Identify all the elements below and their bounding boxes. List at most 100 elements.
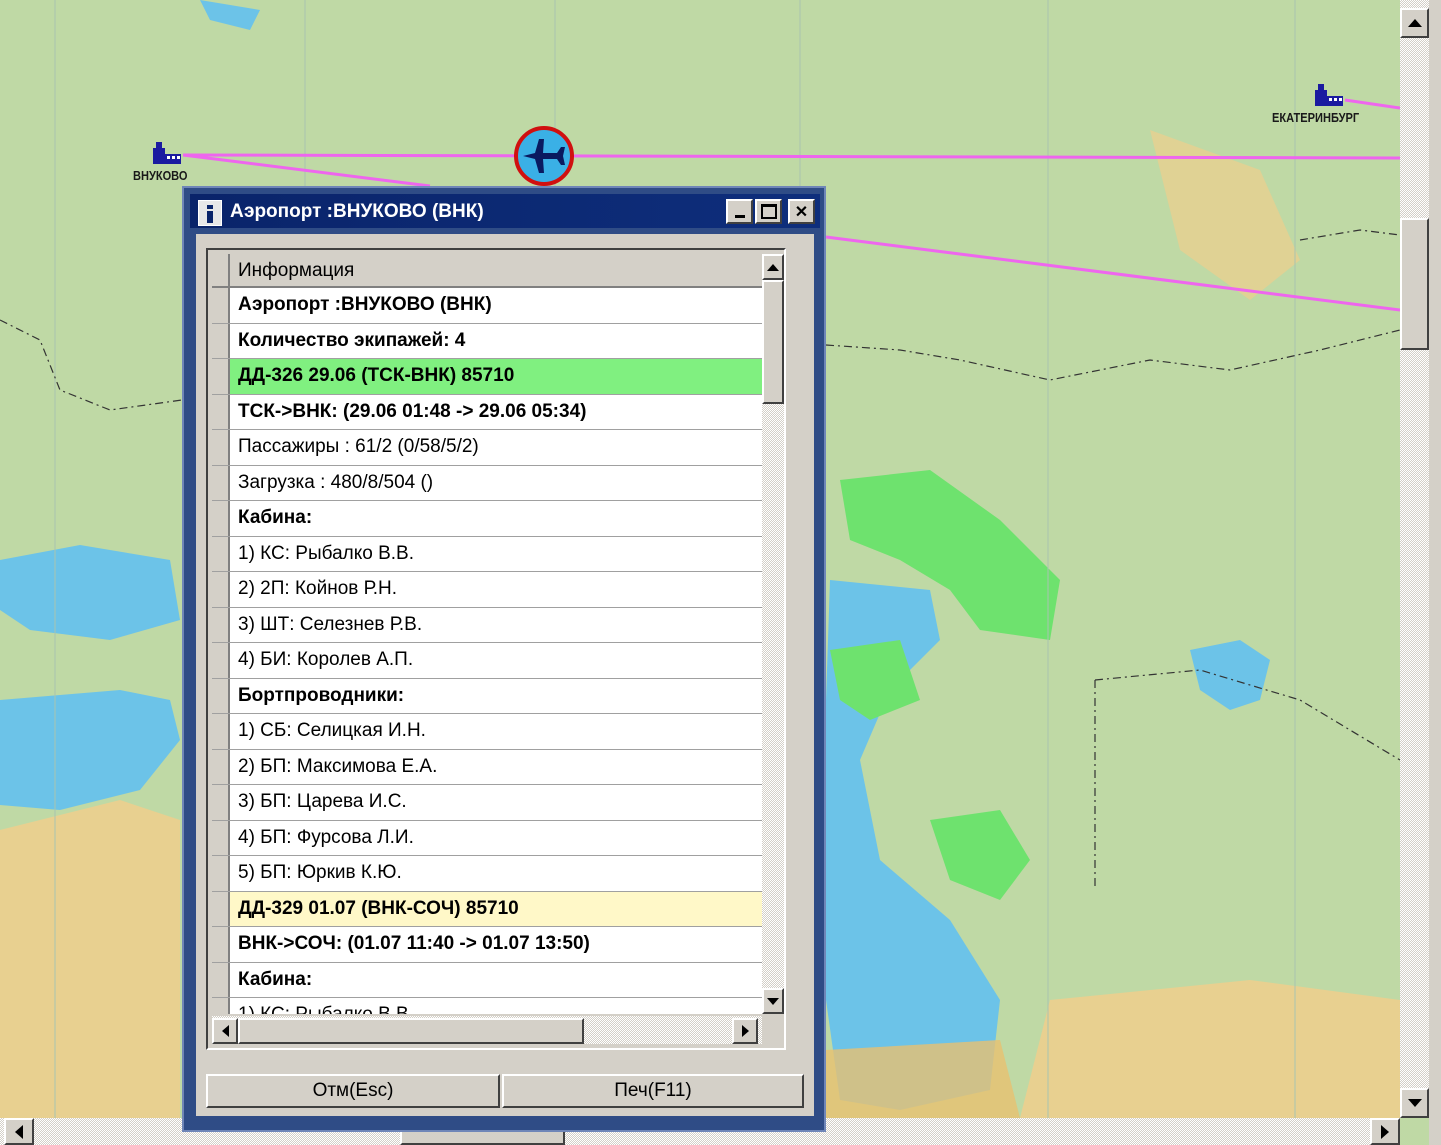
arrow-left-icon: [221, 1025, 229, 1037]
row-indicator[interactable]: [212, 607, 230, 642]
grid-row[interactable]: 5) БП: Юркив К.Ю.: [212, 856, 762, 892]
dialog-body: Информация Аэропорт :ВНУКОВО (ВНК) Количе…: [196, 234, 814, 1116]
map-vertical-scrollbar[interactable]: [1400, 0, 1429, 1118]
row-indicator[interactable]: [212, 749, 230, 784]
row-text: ДД-326 29.06 (ТСК-ВНК) 85710: [238, 365, 515, 386]
row-text: Бортпроводники:: [238, 684, 405, 706]
grid-row[interactable]: 1) КС: Рыбалко В.В.: [212, 536, 762, 572]
grid-row[interactable]: ТСК->ВНК: (29.06 01:48 -> 29.06 05:34): [212, 394, 762, 430]
scroll-left-button[interactable]: [4, 1118, 34, 1145]
grid-row[interactable]: ДД-326 29.06 (ТСК-ВНК) 85710: [212, 359, 762, 395]
grid-row[interactable]: 1) КС: Рыбалко В.В.: [212, 998, 762, 1014]
info-grid-frame: Информация Аэропорт :ВНУКОВО (ВНК) Количе…: [206, 248, 786, 1050]
row-indicator[interactable]: [212, 394, 230, 429]
row-indicator[interactable]: [212, 927, 230, 962]
minimize-button[interactable]: [726, 199, 753, 224]
scroll-up-button[interactable]: [1400, 8, 1429, 38]
row-text: 2) БП: Максимова Е.А.: [238, 755, 438, 777]
grid-row[interactable]: 3) ШТ: Селезнев Р.В.: [212, 607, 762, 643]
row-indicator[interactable]: [212, 962, 230, 997]
row-text: Количество экипажей: 4: [238, 329, 466, 351]
row-indicator[interactable]: [212, 430, 230, 465]
horizontal-scroll-thumb[interactable]: [400, 1130, 565, 1145]
maximize-button[interactable]: [755, 199, 782, 224]
airport-info-dialog: Аэропорт :ВНУКОВО (ВНК) ✕ Информация Аэр…: [182, 186, 826, 1132]
row-text: ВНК->СОЧ: (01.07 11:40 -> 01.07 13:50): [238, 933, 590, 954]
grid-row[interactable]: ДД-329 01.07 (ВНК-СОЧ) 85710: [212, 891, 762, 927]
row-text: 4) БП: Фурсова Л.И.: [238, 826, 414, 848]
grid-scroll-left-button[interactable]: [212, 1018, 238, 1044]
row-indicator[interactable]: [212, 891, 230, 926]
close-icon: ✕: [794, 203, 809, 221]
airport-icon[interactable]: [151, 138, 183, 166]
arrow-down-icon: [1407, 1099, 1422, 1107]
grid-row[interactable]: Аэропорт :ВНУКОВО (ВНК): [212, 288, 762, 324]
row-indicator[interactable]: [212, 856, 230, 891]
arrow-down-icon: [767, 997, 779, 1005]
grid-scroll-down-button[interactable]: [762, 988, 784, 1014]
column-header-info[interactable]: Информация: [238, 260, 354, 282]
grid-row[interactable]: Кабина:: [212, 962, 762, 998]
row-text: 4) БИ: Королев А.П.: [238, 649, 414, 670]
row-indicator[interactable]: [212, 536, 230, 571]
row-text: 1) КС: Рыбалко В.В.: [238, 542, 415, 564]
grid-header: Информация: [212, 254, 762, 288]
close-button[interactable]: ✕: [788, 199, 815, 224]
arrow-right-icon: [1381, 1124, 1389, 1139]
row-text: Загрузка : 480/8/504 (): [238, 471, 434, 493]
row-indicator[interactable]: [212, 323, 230, 358]
grid-scroll-up-button[interactable]: [762, 254, 784, 280]
row-indicator[interactable]: [212, 785, 230, 820]
grid-row[interactable]: Загрузка : 480/8/504 (): [212, 465, 762, 501]
row-indicator[interactable]: [212, 643, 230, 678]
grid-row[interactable]: 2) 2П: Койнов Р.Н.: [212, 572, 762, 608]
grid-row[interactable]: 1) СБ: Селицкая И.Н.: [212, 714, 762, 750]
row-indicator[interactable]: [212, 465, 230, 500]
row-indicator[interactable]: [212, 998, 230, 1014]
arrow-right-icon: [741, 1025, 749, 1037]
row-indicator[interactable]: [212, 572, 230, 607]
row-text: 3) БП: Царева И.С.: [238, 791, 407, 812]
grid-row[interactable]: Бортпроводники:: [212, 678, 762, 714]
row-indicator[interactable]: [212, 288, 230, 323]
row-text: 1) КС: Рыбалко В.В.: [238, 1004, 414, 1014]
grid-row[interactable]: 3) БП: Царева И.С.: [212, 785, 762, 821]
minimize-icon: [734, 215, 745, 218]
grid-row[interactable]: ВНК->СОЧ: (01.07 11:40 -> 01.07 13:50): [212, 927, 762, 963]
grid-row[interactable]: 2) БП: Максимова Е.А.: [212, 749, 762, 785]
airport-label-vnukovo: ВНУКОВО: [133, 168, 188, 183]
row-text: Кабина:: [238, 968, 313, 990]
arrow-left-icon: [15, 1124, 23, 1139]
grid-row[interactable]: Количество экипажей: 4: [212, 323, 762, 359]
row-text: Кабина:: [238, 507, 313, 528]
row-text: 2) 2П: Койнов Р.Н.: [238, 578, 397, 599]
grid-row[interactable]: 4) БП: Фурсова Л.И.: [212, 820, 762, 856]
scroll-down-button[interactable]: [1400, 1088, 1429, 1118]
arrow-up-icon: [1407, 19, 1422, 27]
airplane-icon[interactable]: [513, 125, 575, 187]
vertical-scroll-thumb[interactable]: [1400, 218, 1429, 350]
scroll-right-button[interactable]: [1370, 1118, 1400, 1145]
grid-vertical-thumb[interactable]: [762, 280, 784, 404]
arrow-up-icon: [767, 263, 779, 271]
grid-row[interactable]: Пассажиры : 61/2 (0/58/5/2): [212, 430, 762, 466]
row-indicator[interactable]: [212, 714, 230, 749]
airport-icon[interactable]: [1313, 80, 1345, 108]
row-text: 3) ШТ: Селезнев Р.В.: [238, 613, 423, 635]
row-indicator[interactable]: [212, 501, 230, 536]
row-text: ТСК->ВНК: (29.06 01:48 -> 29.06 05:34): [238, 400, 587, 422]
grid-horizontal-thumb[interactable]: [238, 1018, 584, 1044]
print-button[interactable]: Печ(F11): [502, 1074, 804, 1108]
row-text: Аэропорт :ВНУКОВО (ВНК): [238, 294, 492, 315]
grid-header-indicator: [212, 254, 230, 288]
cancel-button[interactable]: Отм(Esc): [206, 1074, 500, 1108]
row-indicator[interactable]: [212, 359, 230, 394]
row-indicator[interactable]: [212, 678, 230, 713]
row-indicator[interactable]: [212, 820, 230, 855]
dialog-titlebar[interactable]: Аэропорт :ВНУКОВО (ВНК) ✕: [190, 194, 820, 228]
grid-scroll-right-button[interactable]: [732, 1018, 758, 1044]
grid-row[interactable]: Кабина:: [212, 501, 762, 537]
info-grid[interactable]: Информация Аэропорт :ВНУКОВО (ВНК) Количе…: [212, 254, 762, 1014]
row-text: 1) СБ: Селицкая И.Н.: [238, 720, 426, 741]
grid-row[interactable]: 4) БИ: Королев А.П.: [212, 643, 762, 679]
